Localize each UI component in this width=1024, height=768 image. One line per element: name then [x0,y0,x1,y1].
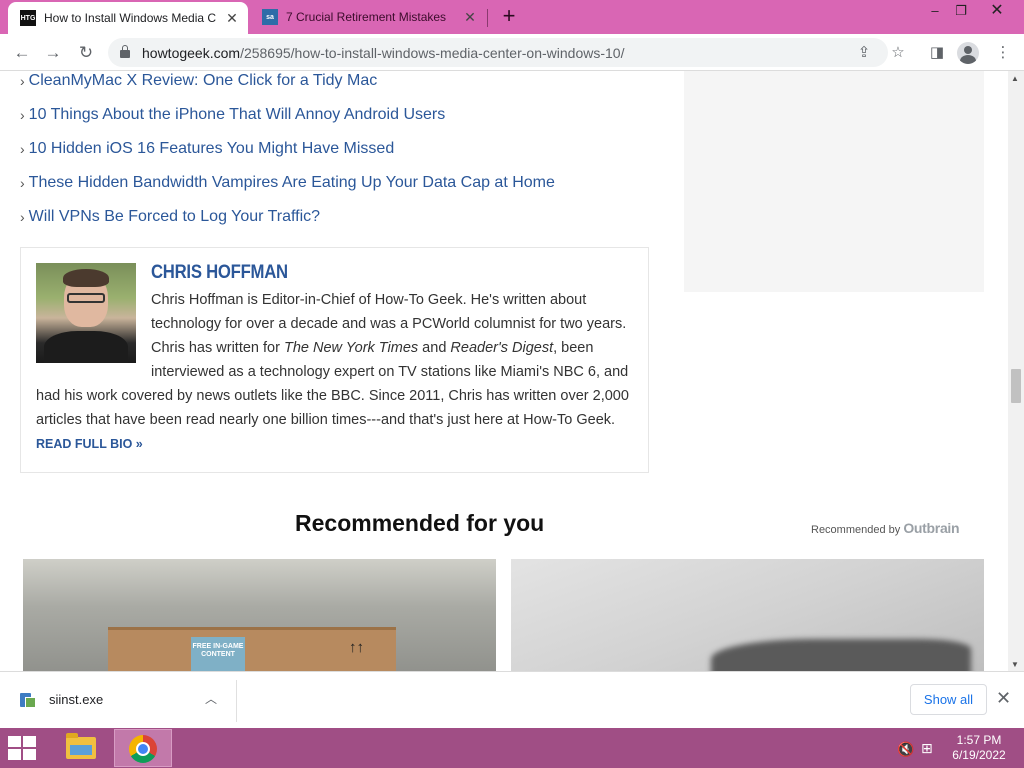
sidebar-ad-placeholder [684,71,984,292]
new-tab-button[interactable]: + [498,5,520,27]
chevron-right-icon: › [20,73,25,89]
this-side-up-icon: ↑↑ [349,639,364,656]
volume-muted-icon[interactable]: 🔇 [897,741,914,758]
url-path: /258695/how-to-install-windows-media-cen… [240,45,625,61]
scroll-thumb[interactable] [1011,369,1021,403]
windows-start-icon[interactable] [8,736,38,760]
tab-close-icon[interactable]: ✕ [460,9,480,26]
back-arrow-icon[interactable]: ← [9,40,35,66]
related-link[interactable]: › 10 Things About the iPhone That Will An… [20,98,555,132]
related-articles-list: › CleanMyMac X Review: One Click for a Ti… [20,71,555,234]
related-link[interactable]: › These Hidden Bandwidth Vampires Are Eat… [20,166,555,200]
url-text[interactable]: howtogeek.com/258695/how-to-install-wind… [142,45,624,61]
vertical-scrollbar[interactable]: ▲ ▼ [1008,71,1024,671]
tab-howtogeek[interactable]: HTG How to Install Windows Media C ✕ [8,2,248,34]
tab-title: How to Install Windows Media C [44,11,217,25]
windows-taskbar: 🔇 ⊞ 1:57 PM 6/19/2022 [0,728,1024,768]
outbrain-attribution[interactable]: Recommended by Outbrain [811,520,960,536]
side-panel-icon[interactable]: ◨ [924,40,950,66]
system-clock[interactable]: 1:57 PM 6/19/2022 [944,733,1014,763]
recommended-card-image[interactable]: FREE IN-GAME CONTENT ↑↑ [23,559,496,671]
scroll-up-icon[interactable]: ▲ [1011,74,1019,83]
download-item[interactable]: siinst.exe [49,692,103,707]
show-all-button[interactable]: Show all [910,684,987,715]
url-host: howtogeek.com [142,45,241,61]
chevron-right-icon: › [20,209,25,225]
htg-favicon-icon: HTG [20,10,36,26]
sa-favicon-icon: sa [262,9,278,25]
page-viewport: › CleanMyMac X Review: One Click for a Ti… [0,71,1008,671]
scroll-down-icon[interactable]: ▼ [1011,660,1019,669]
installer-file-icon [20,691,36,709]
lock-icon[interactable] [120,45,130,58]
box-label: FREE IN-GAME CONTENT [191,637,245,671]
tab-close-icon[interactable]: ✕ [222,10,242,27]
close-icon[interactable]: ✕ [996,688,1011,709]
author-bio-text: Chris Hoffman is Editor-in-Chief of How-… [36,292,629,451]
related-link[interactable]: › CleanMyMac X Review: One Click for a Ti… [20,71,555,98]
share-icon[interactable]: ⇪ [853,42,875,64]
profile-avatar-icon[interactable] [957,42,979,64]
outbrain-logo-icon: Outbrain [903,520,960,536]
restore-button[interactable]: ❐ [946,0,976,22]
close-window-button[interactable]: ✕ [982,0,1012,22]
clock-time: 1:57 PM [956,733,1002,747]
forward-arrow-icon[interactable]: → [40,40,66,66]
address-bar[interactable]: howtogeek.com/258695/how-to-install-wind… [108,38,888,67]
chrome-taskbar-button[interactable] [114,729,172,767]
clock-date: 6/19/2022 [952,748,1006,762]
download-separator [236,680,237,722]
recommended-card-image[interactable] [511,559,984,671]
tab-strip: HTG How to Install Windows Media C ✕ sa … [0,0,1024,34]
chevron-right-icon: › [20,141,25,157]
related-link[interactable]: › 10 Hidden iOS 16 Features You Might Hav… [20,132,555,166]
reload-icon[interactable]: ↻ [73,40,99,66]
related-link[interactable]: › Will VPNs Be Forced to Log Your Traffic… [20,200,555,234]
menu-kebab-icon[interactable]: ⋮ [990,40,1016,66]
browser-toolbar: ← → ↻ howtogeek.com/258695/how-to-instal… [0,34,1024,71]
network-icon[interactable]: ⊞ [921,740,933,757]
chevron-up-icon[interactable]: ︿ [205,690,217,707]
tab-separator [487,9,488,27]
recommended-heading: Recommended for you [295,510,545,536]
author-name-link[interactable]: CHRIS HOFFMAN [151,262,288,284]
chrome-icon [129,735,157,763]
tab-title: 7 Crucial Retirement Mistakes [286,10,447,24]
chevron-right-icon: › [20,175,25,191]
chevron-right-icon: › [20,107,25,123]
tab-retirement[interactable]: sa 7 Crucial Retirement Mistakes ✕ [250,0,486,34]
author-bio-card: CHRIS HOFFMAN Chris Hoffman is Editor-in… [20,247,649,473]
file-explorer-icon[interactable] [58,731,104,765]
read-full-bio-link[interactable]: READ FULL BIO » [36,437,143,451]
bookmark-star-icon[interactable]: ☆ [885,40,911,66]
download-shelf: siinst.exe ︿ Show all ✕ [0,671,1024,728]
